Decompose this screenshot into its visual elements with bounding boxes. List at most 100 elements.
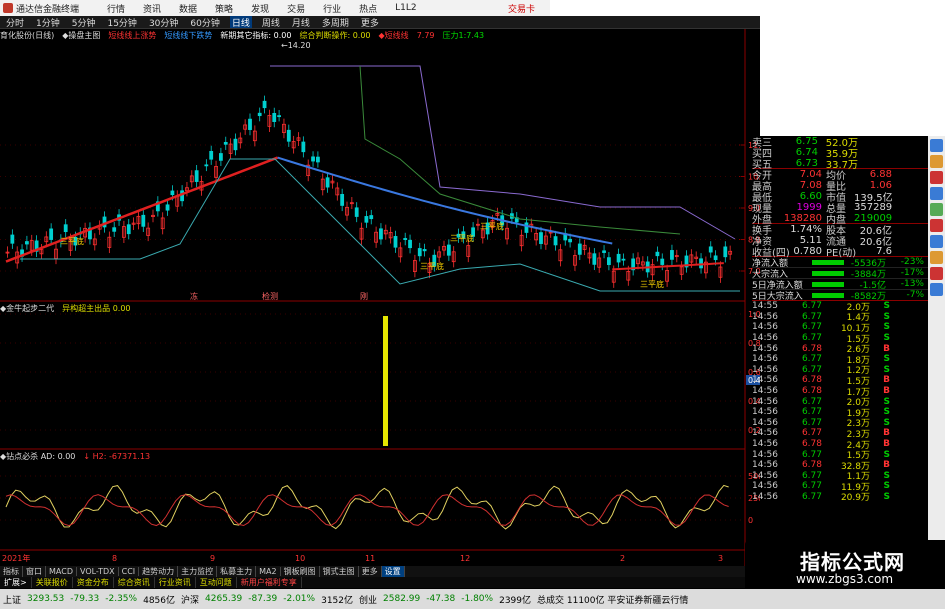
bottom-marker: 冻 bbox=[190, 291, 198, 301]
tool-icon[interactable] bbox=[930, 267, 943, 280]
info-tab[interactable]: 综合资讯 bbox=[114, 577, 155, 588]
sub1-indicator-bar: ◆金牛起步二代 异构超主出品 0.00 bbox=[0, 302, 745, 314]
kline-chart[interactable]: 11.0010.009.008.007.001.000.800.600.400.… bbox=[0, 29, 773, 566]
tick-side: B bbox=[883, 343, 890, 354]
indicator-name[interactable]: ◆操盘主图 bbox=[62, 30, 100, 41]
period-tab[interactable]: 多周期 bbox=[320, 16, 351, 29]
tool-icon[interactable] bbox=[930, 283, 943, 296]
tick-price: 6.78 bbox=[801, 386, 822, 397]
menu-strategy[interactable]: 策略 bbox=[215, 2, 233, 15]
period-tab[interactable]: 更多 bbox=[359, 16, 381, 29]
flow-label: 5日大宗流入 bbox=[752, 291, 803, 302]
indicator-tab[interactable]: 更多 bbox=[359, 566, 382, 577]
tool-icon[interactable] bbox=[930, 139, 943, 152]
tool-icon[interactable] bbox=[930, 235, 943, 248]
indicator-tab[interactable]: CCI bbox=[119, 567, 140, 576]
tool-icon[interactable] bbox=[930, 251, 943, 264]
indicator-value: 短线线下跌势 bbox=[164, 30, 213, 40]
indicator-tab[interactable]: MA2 bbox=[256, 567, 281, 576]
period-tab[interactable]: 周线 bbox=[260, 16, 282, 29]
candle-body bbox=[10, 234, 15, 244]
indicator-name[interactable]: ◆钻点必杀 AD: 0.00 bbox=[0, 451, 75, 462]
candle-body bbox=[262, 100, 267, 109]
x-axis-label: 10 bbox=[295, 554, 305, 563]
trading-terminal: 通达信金融终端 行情 资讯 数据 策略 发现 交易 行业 热点 L1L2 交易卡… bbox=[0, 0, 945, 609]
chart-area[interactable]: 11.0010.009.008.007.001.000.800.600.400.… bbox=[0, 29, 773, 566]
stat-value: 1999 bbox=[796, 202, 822, 213]
tick-list[interactable]: 14:55 6.77 2.0万 S 14:56 6.77 1.4万 S 14:56 6.77 10.… bbox=[752, 301, 928, 503]
tool-icon[interactable] bbox=[930, 187, 943, 200]
menu-news[interactable]: 资讯 bbox=[143, 2, 161, 15]
tick-side: S bbox=[883, 417, 890, 428]
x-axis-label: 11 bbox=[365, 554, 375, 563]
trade-link[interactable]: 交易卡 bbox=[508, 2, 535, 15]
indicator-value: 7.79 bbox=[416, 30, 435, 40]
index-name[interactable]: 上证 bbox=[3, 593, 21, 606]
tick-time: 14:56 bbox=[752, 322, 778, 333]
menu-data[interactable]: 数据 bbox=[179, 2, 197, 15]
stat-value: 6.60 bbox=[799, 191, 822, 202]
period-tab[interactable]: 15分钟 bbox=[105, 16, 138, 29]
indicator-tab[interactable]: 主力监控 bbox=[178, 566, 218, 577]
candle-body bbox=[63, 224, 68, 233]
tool-icon[interactable] bbox=[930, 219, 943, 232]
info-tab[interactable]: 资金分布 bbox=[73, 577, 114, 588]
right-tool-strip bbox=[928, 136, 945, 556]
period-tab[interactable]: 30分钟 bbox=[147, 16, 180, 29]
indicator-tab[interactable]: 私募主力 bbox=[217, 566, 257, 577]
stat-value: 1.74% bbox=[790, 224, 822, 235]
flow-bar bbox=[812, 292, 844, 298]
indicator-name[interactable]: ◆金牛起步二代 bbox=[0, 303, 54, 314]
indicator-tab[interactable]: 指标 bbox=[0, 566, 23, 577]
period-tab[interactable]: 分时 bbox=[4, 16, 26, 29]
candle-body bbox=[272, 113, 277, 122]
candle-body bbox=[723, 246, 728, 258]
stat-value: 7.08 bbox=[799, 180, 822, 191]
sub2-indicator-bar: ◆钻点必杀 AD: 0.00 ↓ H2: -67371.13 bbox=[0, 450, 745, 462]
period-tab-active[interactable]: 日线 bbox=[229, 16, 252, 28]
indicator-tab[interactable]: 趋势动力 bbox=[139, 566, 179, 577]
indicator-tab[interactable]: MACD bbox=[46, 567, 77, 576]
indicator-value: ◆短线线 bbox=[378, 30, 409, 40]
tool-icon[interactable] bbox=[930, 203, 943, 216]
indicator-tab[interactable]: 钢板刷图 bbox=[281, 566, 320, 577]
info-tab[interactable]: 行业资讯 bbox=[155, 577, 196, 588]
x-axis-label: 9 bbox=[210, 554, 215, 563]
info-tab[interactable]: 关联报价 bbox=[32, 577, 73, 588]
menu-hot[interactable]: 热点 bbox=[359, 2, 377, 15]
indicator-tab[interactable]: 钢式主图 bbox=[320, 566, 359, 577]
indicator-tab[interactable]: 窗口 bbox=[23, 566, 46, 577]
menu-l1l2[interactable]: L1L2 bbox=[395, 3, 416, 13]
info-tab[interactable]: 扩展> bbox=[0, 577, 32, 588]
tick-price: 6.77 bbox=[801, 301, 822, 312]
indicator-tab-active[interactable]: 设置 bbox=[381, 566, 405, 577]
index-amount: 4856亿 bbox=[143, 595, 175, 606]
indicator-tab[interactable]: VOL-TDX bbox=[77, 567, 119, 576]
watermark-title: 指标公式网 bbox=[800, 550, 905, 574]
signal-label: 三平底 bbox=[480, 221, 504, 231]
period-tab[interactable]: 60分钟 bbox=[188, 16, 221, 29]
tick-time: 14:56 bbox=[752, 428, 778, 439]
menu-industry[interactable]: 行业 bbox=[323, 2, 341, 15]
period-tab[interactable]: 5分钟 bbox=[70, 16, 98, 29]
tool-icon[interactable] bbox=[930, 171, 943, 184]
info-tab[interactable]: 新用户福利专享 bbox=[237, 577, 302, 588]
ma-line-red bbox=[5, 156, 279, 263]
index-name[interactable]: 创业 bbox=[359, 593, 377, 606]
period-tab[interactable]: 月线 bbox=[290, 16, 312, 29]
period-tab[interactable]: 1分钟 bbox=[34, 16, 62, 29]
menu-discover[interactable]: 发现 bbox=[251, 2, 269, 15]
tick-side: B bbox=[883, 460, 890, 471]
stat-grid: 今开 7.04 均价 6.88 最高 7.08 量比 1.06 最低 6.60 … bbox=[752, 169, 928, 259]
tick-price: 6.78 bbox=[801, 343, 822, 354]
tool-icon[interactable] bbox=[930, 155, 943, 168]
menu-trade[interactable]: 交易 bbox=[287, 2, 305, 15]
index-name[interactable]: 沪深 bbox=[181, 593, 199, 606]
candle-body bbox=[616, 253, 621, 263]
x-axis-label: 3 bbox=[718, 554, 723, 563]
candle-body bbox=[446, 244, 451, 256]
candle-body bbox=[577, 243, 582, 255]
info-tab[interactable]: 互动问题 bbox=[196, 577, 237, 588]
x-axis-label: 2021年 bbox=[2, 553, 30, 563]
menu-quotes[interactable]: 行情 bbox=[107, 2, 125, 15]
